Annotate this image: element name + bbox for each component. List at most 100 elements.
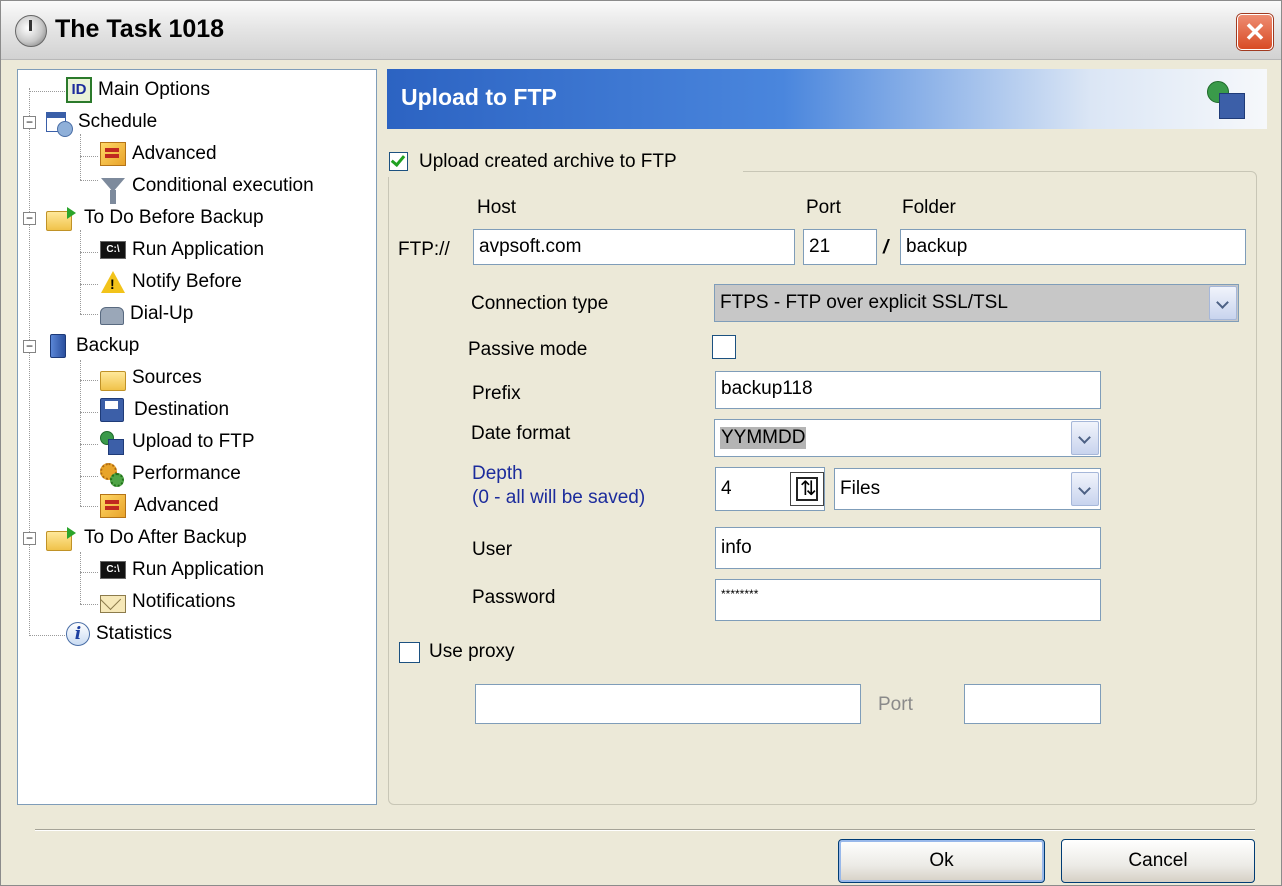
tree-item-backup[interactable]: Backup (46, 332, 139, 360)
before-backup-expander[interactable]: − (23, 212, 36, 225)
user-label: User (472, 539, 513, 560)
tree-connector (80, 180, 98, 181)
tree-connector (80, 572, 98, 573)
tree-connector (80, 444, 98, 445)
bottom-separator (35, 829, 1255, 831)
depth-unit-select[interactable]: Files (834, 468, 1101, 510)
tree-item-label: Destination (134, 399, 230, 420)
tree-item-dial-up[interactable]: Dial-Up (100, 300, 193, 328)
date-format-value: YYMMDD (720, 427, 807, 449)
advanced-icon (100, 142, 126, 166)
tree-item-before-backup[interactable]: To Do Before Backup (46, 204, 264, 232)
command-prompt-icon: C:\ (100, 561, 126, 579)
passive-mode-label: Passive mode (468, 339, 588, 360)
chevron-down-icon[interactable] (1071, 421, 1099, 455)
tree-item-label: Run Application (132, 239, 265, 260)
upload-checkbox[interactable] (389, 152, 408, 171)
prefix-label: Prefix (472, 383, 521, 404)
tree-item-label: Backup (76, 335, 140, 356)
folder-arrow-icon (46, 207, 76, 231)
passive-mode-checkbox[interactable] (712, 335, 736, 359)
tree-item-label: Run Application (132, 559, 265, 580)
tree-connector (29, 91, 65, 92)
prefix-input[interactable]: backup118 (715, 371, 1101, 409)
chevron-down-icon[interactable] (1209, 286, 1237, 320)
tree-item-label: Advanced (132, 143, 217, 164)
tree-item-label: Conditional execution (132, 175, 314, 196)
tree-item-destination[interactable]: Destination (100, 396, 229, 424)
folder-icon (100, 371, 126, 391)
depth-stepper-icon[interactable] (790, 472, 824, 506)
tree-item-main-options[interactable]: ID Main Options (66, 76, 210, 104)
tree-item-upload-to-ftp[interactable]: Upload to FTP (100, 428, 255, 456)
chevron-down-icon[interactable] (1071, 472, 1099, 506)
use-proxy-checkbox[interactable] (399, 642, 420, 663)
title-bar[interactable]: The Task 1018 ✕ (1, 1, 1281, 60)
tree-connector (80, 156, 98, 157)
tree-item-label: Advanced (134, 495, 219, 516)
tree-connector (80, 134, 81, 180)
command-prompt-icon: C:\ (100, 241, 126, 259)
tree-connector (80, 252, 98, 253)
tree-item-performance[interactable]: Performance (100, 460, 241, 488)
proxy-port-label: Port (878, 694, 913, 715)
folder-label: Folder (902, 197, 956, 218)
tree-connector (29, 88, 30, 636)
upload-option[interactable]: Upload created archive to FTP (383, 147, 743, 177)
tree-item-statistics[interactable]: i Statistics (66, 620, 172, 648)
close-button[interactable]: ✕ (1237, 14, 1273, 50)
calendar-clock-icon (46, 112, 73, 137)
user-input[interactable]: info (715, 527, 1101, 569)
tree-item-label: Performance (132, 463, 241, 484)
tree-item-label: To Do Before Backup (84, 207, 264, 228)
tree-item-run-application-before[interactable]: C:\ Run Application (100, 236, 264, 264)
tree-item-label: Notify Before (132, 271, 242, 292)
tree-item-run-application-after[interactable]: C:\ Run Application (100, 556, 264, 584)
tree-item-schedule-advanced[interactable]: Advanced (100, 140, 217, 168)
tree-item-notify-before[interactable]: Notify Before (100, 268, 242, 296)
port-input[interactable]: 21 (803, 229, 877, 265)
id-icon: ID (66, 77, 92, 103)
tree-connector (29, 635, 65, 636)
tree-item-backup-advanced[interactable]: Advanced (100, 492, 219, 520)
tree-item-label: Dial-Up (130, 303, 194, 324)
connection-type-select[interactable]: FTPS - FTP over explicit SSL/TSL (714, 284, 1239, 322)
upload-ftp-icon (100, 431, 124, 455)
tree-item-label: Statistics (96, 623, 173, 644)
folder-input[interactable]: backup (900, 229, 1246, 265)
ok-button[interactable]: Ok (838, 839, 1045, 883)
panel-title: Upload to FTP (401, 84, 557, 110)
tree-item-label: To Do After Backup (84, 527, 247, 548)
host-input[interactable]: avpsoft.com (473, 229, 795, 265)
floppy-disk-icon (100, 398, 124, 422)
options-tree[interactable]: − − − − ID Main Options Schedule Advance… (17, 69, 377, 805)
advanced-icon (100, 494, 126, 518)
after-backup-expander[interactable]: − (23, 532, 36, 545)
tree-item-sources[interactable]: Sources (100, 364, 202, 392)
tree-connector (80, 230, 81, 314)
date-format-select[interactable]: YYMMDD (714, 419, 1101, 457)
warning-icon (100, 269, 126, 295)
panel-header: Upload to FTP (387, 69, 1267, 129)
tree-connector (80, 314, 98, 315)
tree-connector (80, 360, 81, 506)
password-input[interactable]: ******** (715, 579, 1101, 621)
tree-item-label: Sources (132, 367, 202, 388)
tree-connector (80, 476, 98, 477)
cancel-button[interactable]: Cancel (1061, 839, 1255, 883)
tree-item-label: Notifications (132, 591, 236, 612)
schedule-expander[interactable]: − (23, 116, 36, 129)
envelope-icon (100, 595, 126, 613)
tree-item-label: Upload to FTP (132, 431, 255, 452)
proxy-host-input[interactable] (475, 684, 861, 724)
proxy-port-input[interactable] (964, 684, 1101, 724)
port-label: Port (806, 197, 841, 218)
tree-item-after-backup[interactable]: To Do After Backup (46, 524, 247, 552)
tree-item-conditional-execution[interactable]: Conditional execution (100, 172, 314, 204)
use-proxy-label: Use proxy (429, 641, 515, 662)
tree-connector (80, 380, 98, 381)
ftp-prefix-label: FTP:// (398, 239, 450, 260)
tree-item-notifications[interactable]: Notifications (100, 588, 236, 616)
backup-expander[interactable]: − (23, 340, 36, 353)
tree-item-schedule[interactable]: Schedule (46, 108, 157, 137)
